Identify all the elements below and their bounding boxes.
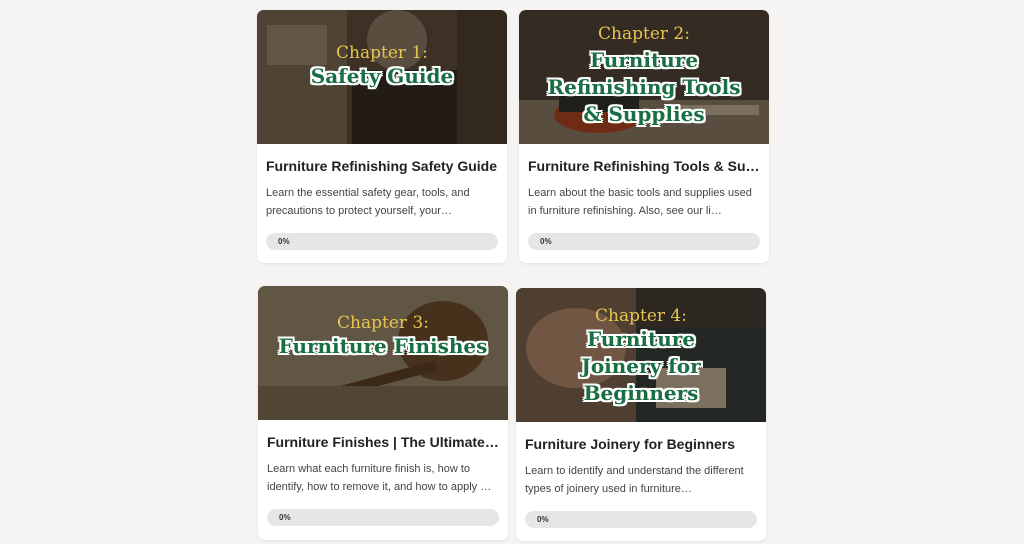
course-title[interactable]: Furniture Refinishing Tools & Sup…	[528, 156, 760, 176]
progress-bar: 0%	[525, 511, 757, 528]
course-card-furniture-finishes[interactable]: Chapter 3: Furniture Finishes Furniture …	[258, 286, 508, 540]
progress-percent: 0%	[537, 515, 549, 524]
banner-chapter-label: Chapter 2:	[598, 24, 690, 44]
banner-title: Furniture Refinishing Tools & Supplies	[547, 48, 741, 126]
course-card-joinery-beginners[interactable]: Chapter 4: Furniture Joinery for Beginne…	[516, 288, 766, 541]
progress-bar: 0%	[267, 509, 499, 526]
course-card-tools-supplies[interactable]: Chapter 2: Furniture Refinishing Tools &…	[519, 10, 769, 263]
progress-bar: 0%	[528, 233, 760, 250]
progress-percent: 0%	[279, 513, 291, 522]
banner-title: Furniture Joinery for Beginners	[581, 327, 701, 405]
course-title[interactable]: Furniture Refinishing Safety Guide	[266, 156, 498, 176]
progress-percent: 0%	[278, 237, 290, 246]
banner-chapter-label: Chapter 3:	[337, 313, 429, 333]
banner-chapter-label: Chapter 4:	[595, 306, 687, 326]
course-banner-image[interactable]: Chapter 3: Furniture Finishes	[258, 286, 508, 420]
course-title[interactable]: Furniture Finishes | The Ultimate …	[267, 432, 499, 452]
course-banner-image[interactable]: Chapter 2: Furniture Refinishing Tools &…	[519, 10, 769, 144]
banner-title: Furniture Finishes	[278, 334, 488, 358]
course-title[interactable]: Furniture Joinery for Beginners	[525, 434, 757, 454]
banner-chapter-label: Chapter 1:	[336, 43, 428, 63]
course-banner-image[interactable]: Chapter 1: Safety Guide	[257, 10, 507, 144]
course-banner-image[interactable]: Chapter 4: Furniture Joinery for Beginne…	[516, 288, 766, 422]
course-description: Learn the essential safety gear, tools, …	[266, 187, 470, 217]
course-description: Learn to identify and understand the dif…	[525, 465, 744, 495]
progress-percent: 0%	[540, 237, 552, 246]
progress-bar: 0%	[266, 233, 498, 250]
course-description: Learn about the basic tools and supplies…	[528, 187, 752, 217]
course-card-safety-guide[interactable]: Chapter 1: Safety Guide Furniture Refini…	[257, 10, 507, 263]
banner-title: Safety Guide	[310, 64, 454, 88]
course-description: Learn what each furniture finish is, how…	[267, 463, 492, 493]
